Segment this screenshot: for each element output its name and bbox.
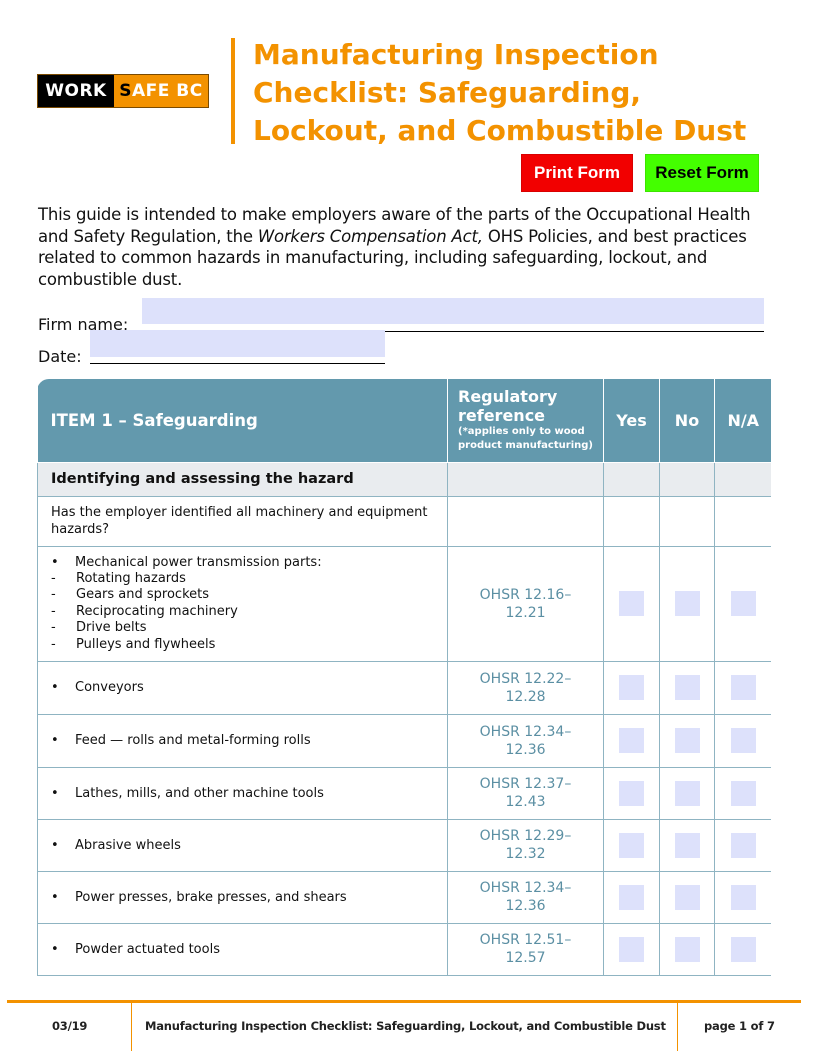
header-regulatory-reference: Regulatory reference (*applies only to w… — [447, 379, 604, 463]
date-input[interactable] — [90, 330, 385, 357]
date-label: Date: — [38, 347, 82, 366]
na-checkbox[interactable] — [730, 884, 756, 910]
footer-divider — [677, 1003, 678, 1051]
bullet-icon: • — [51, 733, 59, 748]
footer-page-number: page 1 of 7 — [704, 1019, 775, 1033]
table-row: • Power presses, brake presses, and shear… — [37, 870, 771, 924]
na-checkbox[interactable] — [730, 591, 756, 616]
dash-icon: - — [51, 570, 56, 586]
na-checkbox[interactable] — [730, 936, 756, 962]
section-title: Identifying and assessing the hazard — [37, 461, 448, 497]
yes-checkbox[interactable] — [619, 728, 644, 753]
regulatory-reference: OHSR 12.22– 12.28 — [447, 660, 604, 715]
yes-checkbox[interactable] — [619, 832, 644, 858]
no-checkbox[interactable] — [674, 884, 700, 910]
worksafebc-logo: WORK S AFE BC — [37, 74, 209, 108]
row-label: Power presses, brake presses, and shears — [75, 889, 347, 905]
table-row: • Powder actuated tools OHSR 12.51– 12.57 — [37, 922, 771, 976]
row-label: Lathes, mills, and other machine tools — [75, 785, 324, 801]
firm-name-input[interactable] — [142, 298, 764, 324]
bullet-icon: • — [51, 889, 59, 905]
regulatory-reference: OHSR 12.34– 12.36 — [447, 713, 604, 768]
bullet-icon: • — [51, 941, 59, 957]
yes-checkbox[interactable] — [619, 780, 644, 806]
no-checkbox[interactable] — [674, 832, 700, 858]
no-checkbox[interactable] — [674, 675, 700, 700]
row-label: Conveyors — [75, 680, 144, 695]
row-label: Abrasive wheels — [75, 837, 181, 853]
header-item: ITEM 1 – Safeguarding — [37, 379, 448, 463]
intro-paragraph: This guide is intended to make employers… — [38, 205, 751, 289]
question-text: Has the employer identified all machiner… — [37, 495, 448, 547]
table-header-row: ITEM 1 – Safeguarding Regulatory referen… — [37, 379, 771, 463]
regulatory-reference: OHSR 12.51– 12.57 — [447, 922, 604, 976]
yes-checkbox[interactable] — [619, 936, 644, 962]
row-label: Mechanical power transmission parts: — [75, 554, 322, 570]
subitem-label: Reciprocating machinery — [76, 603, 238, 619]
bullet-icon: • — [51, 554, 59, 570]
regulatory-reference: OHSR 12.16– 12.21 — [447, 545, 604, 662]
subitem-label: Rotating hazards — [76, 570, 186, 586]
row-label: Feed — rolls and metal-forming rolls — [75, 733, 311, 748]
subitem-label: Drive belts — [76, 620, 147, 636]
regulatory-reference: OHSR 12.29– 12.32 — [447, 818, 604, 872]
bullet-icon: • — [51, 837, 59, 853]
header-no: No — [659, 379, 715, 463]
reset-form-button[interactable]: Reset Form — [645, 154, 759, 192]
dash-icon: - — [51, 587, 56, 603]
yes-checkbox[interactable] — [619, 591, 644, 616]
no-checkbox[interactable] — [674, 591, 700, 616]
no-checkbox[interactable] — [674, 728, 700, 753]
logo-work: WORK — [38, 75, 114, 107]
na-checkbox[interactable] — [730, 728, 756, 753]
print-form-button[interactable]: Print Form — [521, 154, 633, 192]
checklist-table: ITEM 1 – Safeguarding Regulatory referen… — [37, 379, 771, 976]
regulatory-reference: OHSR 12.37– 12.43 — [447, 766, 604, 820]
subitem-label: Gears and sprockets — [76, 587, 209, 603]
header-na: N/A — [714, 379, 771, 463]
table-row: • Conveyors OHSR 12.22– 12.28 — [37, 660, 771, 715]
page-title: Manufacturing Inspection Checklist: Safe… — [253, 38, 747, 147]
header-yes: Yes — [603, 379, 660, 463]
row-label: Powder actuated tools — [75, 941, 220, 957]
bullet-icon: • — [51, 680, 59, 695]
dash-icon: - — [51, 603, 56, 619]
section-row: Identifying and assessing the hazard — [37, 461, 771, 497]
logo-safebc: S AFE BC — [114, 75, 208, 107]
title-accent-bar — [231, 38, 235, 144]
date-underline — [90, 363, 385, 364]
no-checkbox[interactable] — [674, 936, 700, 962]
na-checkbox[interactable] — [730, 780, 756, 806]
dash-icon: - — [51, 636, 56, 652]
yes-checkbox[interactable] — [619, 884, 644, 910]
table-row: • Feed — rolls and metal-forming rolls OH… — [37, 713, 771, 768]
yes-checkbox[interactable] — [619, 675, 644, 700]
footer-rule — [7, 1000, 801, 1003]
question-row: Has the employer identified all machiner… — [37, 495, 771, 547]
dash-icon: - — [51, 620, 56, 636]
no-checkbox[interactable] — [674, 780, 700, 806]
table-row: • Mechanical power transmission parts: - R… — [37, 545, 771, 662]
footer-title: Manufacturing Inspection Checklist: Safe… — [145, 1019, 666, 1033]
table-row: • Lathes, mills, and other machine tools … — [37, 766, 771, 820]
na-checkbox[interactable] — [730, 675, 756, 700]
table-row: • Abrasive wheels OHSR 12.29– 12.32 — [37, 818, 771, 872]
footer-date: 03/19 — [52, 1019, 88, 1033]
na-checkbox[interactable] — [730, 832, 756, 858]
footer-divider — [131, 1003, 132, 1051]
regulatory-reference: OHSR 12.34– 12.36 — [447, 870, 604, 924]
bullet-icon: • — [51, 785, 59, 801]
subitem-label: Pulleys and flywheels — [76, 636, 216, 652]
